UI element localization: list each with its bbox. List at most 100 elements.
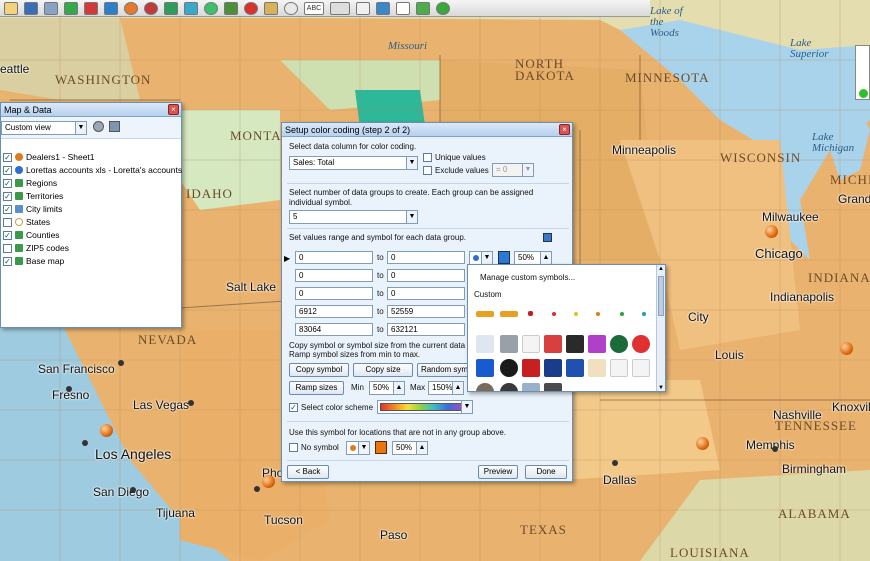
no-symbol-checkbox[interactable]	[289, 443, 298, 452]
symbol-option[interactable]	[500, 383, 518, 391]
line-tool-icon[interactable]	[330, 1, 350, 15]
pushpin-add-icon[interactable]	[64, 1, 78, 15]
symbol-option[interactable]	[476, 359, 494, 377]
layer-row-lorettas[interactable]: ✓ Lorettas accounts xls - Loretta's acco…	[3, 164, 182, 176]
symbol-option[interactable]	[566, 359, 584, 377]
symbol-option[interactable]	[544, 335, 562, 353]
close-icon[interactable]: ×	[559, 124, 570, 135]
data-column-select[interactable]: Sales: Total ▼	[289, 156, 418, 170]
ramp-sizes-button[interactable]: Ramp sizes	[289, 381, 344, 395]
symbol-option[interactable]	[500, 311, 518, 317]
layer-row-dealers[interactable]: ✓ Dealers1 - Sheet1	[3, 151, 95, 163]
city-marker[interactable]	[772, 446, 778, 452]
close-icon[interactable]: ×	[168, 104, 179, 115]
city-marker[interactable]	[82, 440, 88, 446]
layer-checkbox[interactable]	[3, 243, 12, 253]
city-marker[interactable]	[188, 400, 194, 406]
layer-checkbox[interactable]: ✓	[3, 191, 12, 201]
table-icon[interactable]	[396, 1, 410, 15]
view-select[interactable]: Custom view ▼	[1, 121, 87, 135]
range-from-input[interactable]: 6912	[295, 305, 373, 318]
dealer-marker[interactable]	[765, 225, 778, 238]
layer-row-zip5[interactable]: ZIP5 codes	[3, 242, 69, 254]
groups-select[interactable]: 5 ▼	[289, 210, 418, 224]
symbol-option[interactable]	[588, 359, 606, 377]
size-input[interactable]: 50% ▲	[514, 251, 552, 265]
money-icon[interactable]	[416, 1, 430, 15]
layer-checkbox[interactable]: ✓	[3, 152, 12, 162]
symbol-option[interactable]	[552, 312, 556, 316]
symbol-option[interactable]	[476, 383, 494, 391]
symbol-option[interactable]	[596, 312, 600, 316]
radius-icon[interactable]	[204, 1, 218, 15]
city-marker[interactable]	[254, 486, 260, 492]
territory-tool-icon[interactable]	[164, 1, 178, 15]
help-icon[interactable]	[436, 1, 450, 15]
settings-gear-icon[interactable]	[93, 121, 104, 132]
symbol-option[interactable]	[610, 359, 628, 377]
layer-row-territories[interactable]: ✓ Territories	[3, 190, 63, 202]
layer-checkbox[interactable]	[3, 217, 12, 227]
layer-checkbox[interactable]: ✓	[3, 256, 12, 266]
globe-icon[interactable]	[104, 1, 118, 15]
pushpin-remove-icon[interactable]	[84, 1, 98, 15]
symbol-option[interactable]	[544, 359, 562, 377]
range-to-input[interactable]: 0	[387, 251, 465, 264]
target-icon[interactable]	[124, 1, 138, 15]
dealer-marker[interactable]	[840, 342, 853, 355]
symbol-option[interactable]	[522, 335, 540, 353]
default-symbol-select[interactable]: ▼	[346, 441, 370, 455]
copy-size-button[interactable]: Copy size	[353, 363, 413, 377]
exclude-values-checkbox[interactable]	[423, 166, 432, 175]
save-icon[interactable]	[24, 1, 38, 15]
layer-row-states[interactable]: States	[3, 216, 50, 228]
delete-icon[interactable]	[244, 1, 258, 15]
symbol-option[interactable]	[588, 335, 606, 353]
symbol-select[interactable]: ▼	[469, 251, 493, 265]
text-tool-icon[interactable]: ABC	[304, 1, 324, 15]
world-icon[interactable]	[376, 1, 390, 15]
symbol-option[interactable]	[500, 335, 518, 353]
scroll-up-icon[interactable]: ▲	[657, 265, 665, 274]
range-from-input[interactable]: 0	[295, 287, 373, 300]
range-to-input[interactable]: 52559	[387, 305, 465, 318]
dealer-marker[interactable]	[696, 437, 709, 450]
back-button[interactable]: < Back	[287, 465, 329, 479]
symbol-option[interactable]	[500, 359, 518, 377]
scroll-down-icon[interactable]: ▼	[657, 384, 665, 391]
document-icon[interactable]	[356, 1, 370, 15]
dealer-marker[interactable]	[262, 475, 275, 488]
range-from-input[interactable]: 0	[295, 251, 373, 264]
circles-icon[interactable]	[144, 1, 158, 15]
symbol-option[interactable]	[610, 335, 628, 353]
color-scheme-select[interactable]: ▼	[377, 400, 473, 414]
symbol-option[interactable]	[632, 359, 650, 377]
symbol-option[interactable]	[522, 359, 540, 377]
layer-checkbox[interactable]: ✓	[3, 204, 12, 214]
symbol-option[interactable]	[522, 383, 540, 391]
symbol-option[interactable]	[620, 312, 624, 316]
layer-checkbox[interactable]: ✓	[3, 178, 12, 188]
manage-custom-symbols-link[interactable]: Manage custom symbols...	[480, 273, 575, 282]
default-size-input[interactable]: 50% ▲	[392, 441, 428, 455]
layers-icon[interactable]	[184, 1, 198, 15]
panel-titlebar[interactable]: Map & Data ×	[1, 103, 181, 117]
city-marker[interactable]	[612, 460, 618, 466]
exclude-values-select[interactable]: = 0 ▼	[492, 163, 534, 177]
users-icon[interactable]	[44, 1, 58, 15]
symbol-option[interactable]	[574, 312, 578, 316]
unique-values-checkbox[interactable]	[423, 153, 432, 162]
scroll-thumb[interactable]	[658, 276, 664, 316]
symbol-option[interactable]	[476, 311, 494, 317]
layer-checkbox[interactable]: ✓	[3, 165, 12, 175]
symbol-option[interactable]	[476, 335, 494, 353]
route-icon[interactable]	[224, 1, 238, 15]
symbol-scrollbar[interactable]: ▲ ▼	[656, 265, 665, 391]
preview-button[interactable]: Preview	[478, 465, 518, 479]
layer-checkbox[interactable]: ✓	[3, 230, 12, 240]
random-symbol-button[interactable]: Random sym	[417, 363, 472, 377]
range-to-input[interactable]: 632121	[387, 323, 465, 336]
layer-row-regions[interactable]: ✓ Regions	[3, 177, 57, 189]
search-icon[interactable]	[284, 1, 298, 15]
dealer-marker[interactable]	[100, 424, 113, 437]
